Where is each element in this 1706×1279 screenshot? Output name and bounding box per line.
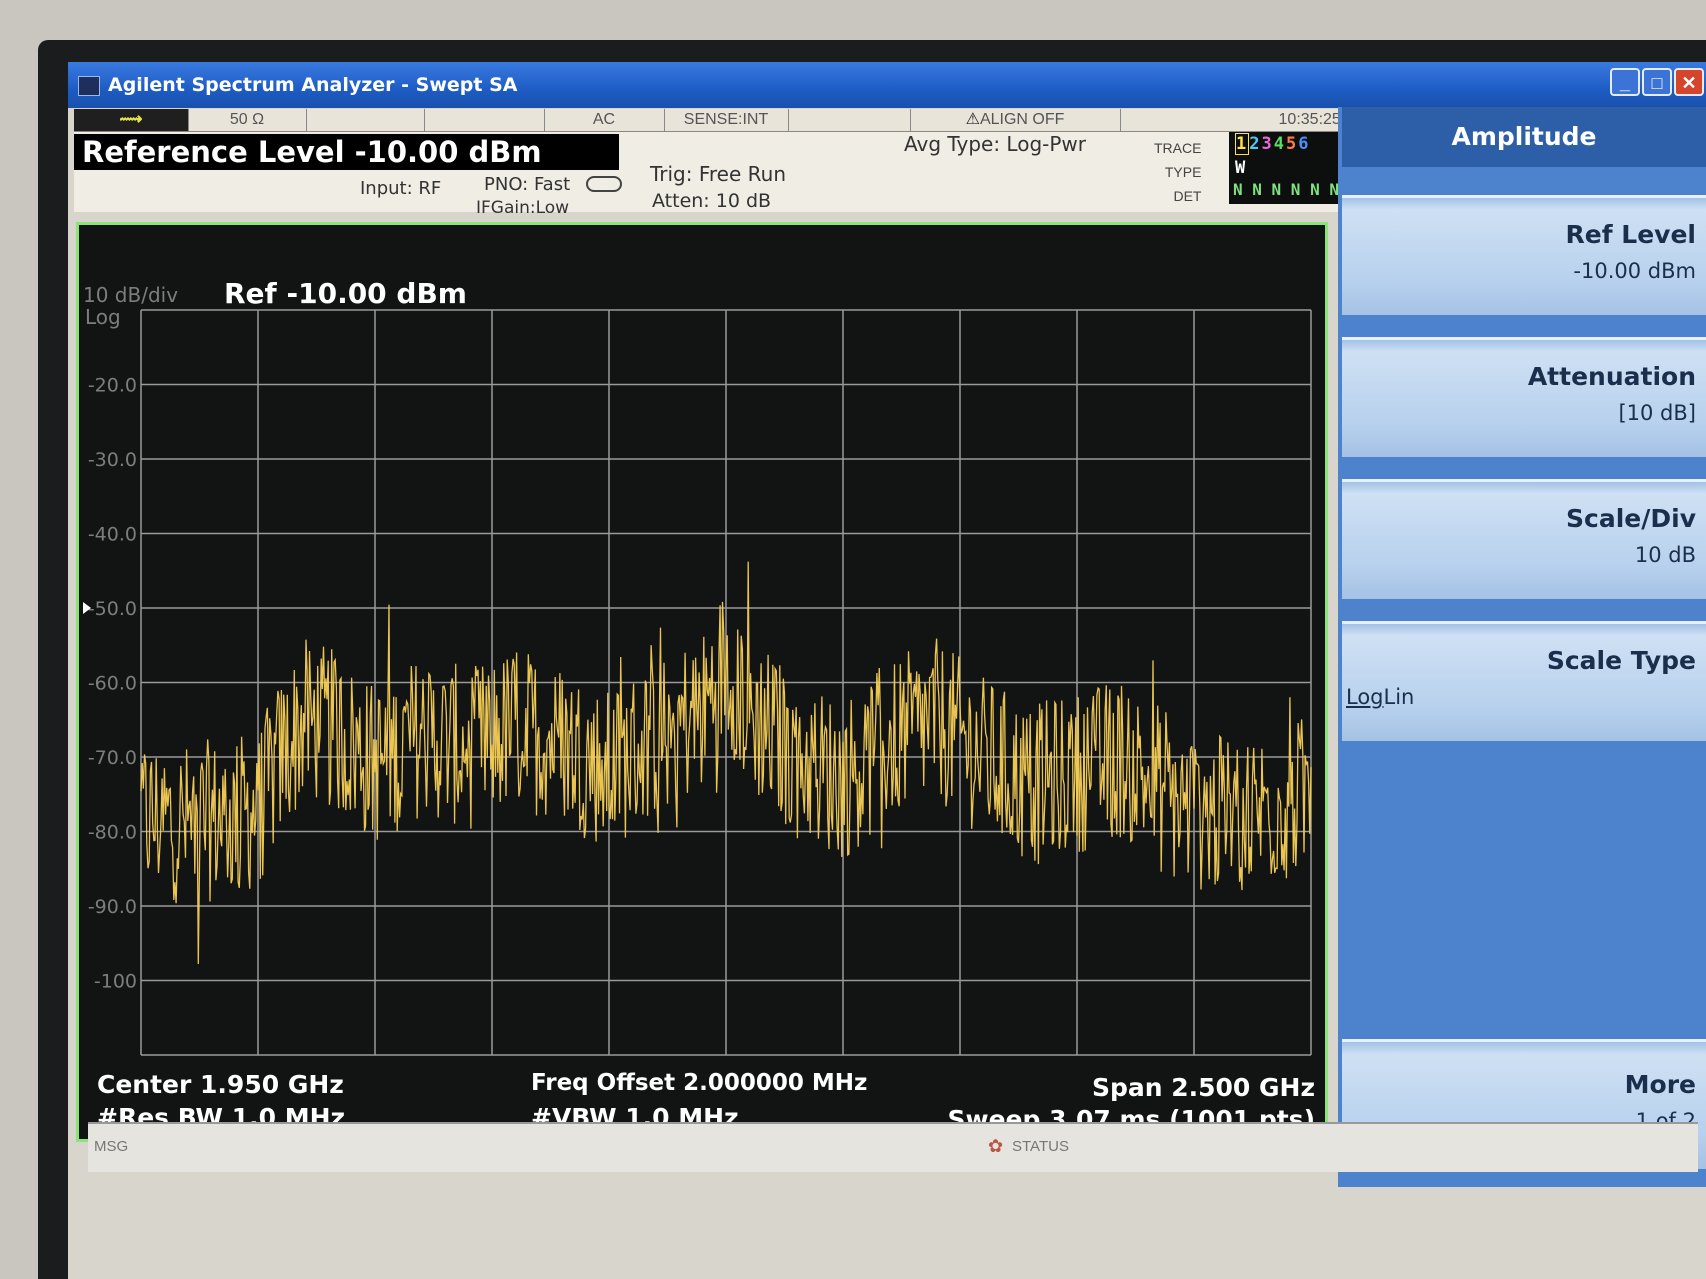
analyzer-screen: Agilent Spectrum Analyzer - Swept SA _ □… bbox=[68, 62, 1706, 1279]
message-bar: MSG ✿ STATUS bbox=[88, 1122, 1698, 1172]
rf-icon: ⟿ bbox=[74, 109, 189, 131]
scale-div-softkey-value: 10 dB bbox=[1634, 543, 1696, 567]
attenuation-softkey-value: [10 dB] bbox=[1618, 401, 1696, 425]
scale-div-softkey[interactable]: Scale/Div 10 dB bbox=[1342, 479, 1706, 599]
status-cell-blank-3 bbox=[788, 109, 911, 131]
y-tick-label: -20.0 bbox=[88, 375, 137, 397]
status-cell-blank-2 bbox=[424, 109, 545, 131]
scale-type-log-option[interactable]: Log bbox=[1346, 685, 1384, 709]
trace-status-block: 123456 W N N N N N N bbox=[1229, 132, 1344, 204]
trace-number-5: 5 bbox=[1286, 134, 1299, 154]
span: Span 2.500 GHz bbox=[1091, 1073, 1315, 1102]
y-tick-label: -30.0 bbox=[88, 449, 137, 471]
trace-label: TRACE bbox=[1154, 140, 1202, 156]
trace-number-4: 4 bbox=[1273, 134, 1286, 154]
status-label[interactable]: STATUS bbox=[1012, 1138, 1069, 1155]
trace-type-values: W bbox=[1235, 158, 1246, 178]
align-status: ALIGN OFF bbox=[979, 111, 1065, 128]
ifgain-info: IFGain:Low bbox=[476, 198, 570, 218]
attenuation-softkey[interactable]: Attenuation [10 dB] bbox=[1342, 337, 1706, 457]
trig-info: Trig: Free Run bbox=[650, 162, 786, 186]
trace-det-values: N N N N N N bbox=[1233, 180, 1339, 199]
type-label: TYPE bbox=[1164, 164, 1202, 180]
scale-type-softkey[interactable]: Scale Type Log Lin bbox=[1342, 621, 1706, 741]
y-tick-label: -80.0 bbox=[88, 822, 137, 844]
y-tick-label: -70.0 bbox=[88, 747, 137, 769]
more-softkey-label: More bbox=[1624, 1070, 1696, 1099]
attenuation-softkey-label: Attenuation bbox=[1527, 362, 1696, 391]
freq-offset: Freq Offset 2.000000 MHz bbox=[531, 1070, 868, 1096]
app-icon bbox=[78, 76, 100, 96]
msg-label: MSG bbox=[94, 1138, 129, 1155]
maximize-button[interactable]: □ bbox=[1642, 68, 1672, 96]
status-cell-blank-1 bbox=[306, 109, 425, 131]
ref-level-softkey-value: -10.00 dBm bbox=[1573, 259, 1696, 283]
y-tick-label: -90.0 bbox=[88, 896, 137, 918]
info-panel: Reference Level -10.00 dBm Input: RF PNO… bbox=[74, 132, 1466, 218]
trace-labels: TRACE TYPE DET bbox=[1154, 136, 1201, 208]
trace-number-6: 6 bbox=[1298, 134, 1311, 154]
menu-title: Amplitude bbox=[1342, 107, 1706, 167]
det-label: DET bbox=[1173, 188, 1202, 204]
y-tick-label: -60.0 bbox=[88, 673, 137, 695]
y-tick-label: -50.0 bbox=[88, 598, 137, 620]
scale-div-softkey-label: Scale/Div bbox=[1566, 504, 1696, 533]
input-info: Input: RF bbox=[360, 178, 442, 199]
reference-level-readout[interactable]: Reference Level -10.00 dBm bbox=[74, 134, 619, 170]
status-icon: ✿ bbox=[988, 1136, 1004, 1156]
center-freq: Center 1.950 GHz bbox=[97, 1070, 344, 1099]
warning-icon: ⚠ bbox=[965, 111, 980, 128]
title-bar: Agilent Spectrum Analyzer - Swept SA _ □… bbox=[68, 62, 1706, 108]
ref-level-softkey[interactable]: Ref Level -10.00 dBm bbox=[1342, 195, 1706, 315]
sense-cell: SENSE:INT bbox=[664, 109, 789, 131]
trace-number-1: 1 bbox=[1235, 133, 1250, 155]
scale-type-options: Log Lin bbox=[1342, 685, 1696, 709]
close-button[interactable]: ✕ bbox=[1674, 68, 1704, 96]
spectrum-graph[interactable]: 10 dB/div Log Ref -10.00 dBm -20.0 -30.0-… bbox=[76, 222, 1328, 1142]
pno-info: PNO: Fast bbox=[484, 174, 571, 195]
align-cell: ⚠ALIGN OFF bbox=[910, 109, 1121, 131]
window-title: Agilent Spectrum Analyzer - Swept SA bbox=[108, 74, 518, 96]
scale-type-softkey-label: Scale Type bbox=[1546, 646, 1696, 675]
impedance-cell: 50 Ω bbox=[188, 109, 307, 131]
avg-type-info: Avg Type: Log-Pwr bbox=[904, 132, 1087, 156]
scale-type-lin-option[interactable]: Lin bbox=[1384, 685, 1415, 709]
trace-number-3: 3 bbox=[1261, 134, 1274, 154]
coupling-cell: AC bbox=[544, 109, 665, 131]
trace-number-2: 2 bbox=[1249, 134, 1262, 154]
loop-icon bbox=[586, 176, 622, 192]
minimize-button[interactable]: _ bbox=[1610, 68, 1640, 96]
atten-info: Atten: 10 dB bbox=[652, 190, 772, 212]
spectrum-plot: -20.0 -30.0 -40.0 -50.0 -60.0 -70.0 -80.0 -90.0… bbox=[83, 309, 1312, 1056]
softkey-panel: Amplitude Ref Level -10.00 dBm Attenuati… bbox=[1338, 107, 1706, 1187]
y-tick-label: -40.0 bbox=[88, 524, 137, 546]
status-row: ⟿ 50 Ω AC SENSE:INT ⚠ALIGN OFF 10:35:25 … bbox=[74, 109, 1466, 132]
y-tick-label: -100 bbox=[94, 971, 137, 993]
ref-level-softkey-label: Ref Level bbox=[1565, 220, 1697, 249]
trace-numbers: 123456 bbox=[1235, 133, 1311, 155]
